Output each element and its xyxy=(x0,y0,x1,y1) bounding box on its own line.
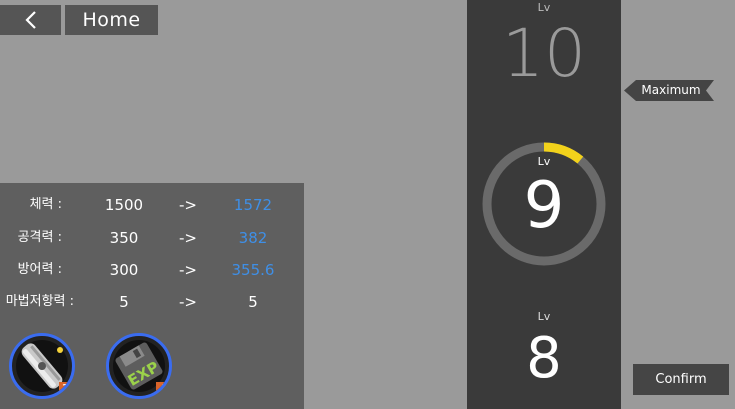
stat-from-value: 5 xyxy=(119,293,129,311)
current-level-number: 9 xyxy=(523,169,565,243)
chevron-left-icon xyxy=(24,11,36,29)
item-slot-exp[interactable]: EXP 4 xyxy=(106,333,172,399)
stat-from-value: 300 xyxy=(109,261,139,279)
item-slot-disc[interactable]: 1 xyxy=(9,333,75,399)
lv-label-next: Lv xyxy=(537,1,551,14)
stat-row-defense: 방어력 : 300 -> 355.6 xyxy=(0,258,304,282)
stats-panel: 체력 : 1500 -> 1572 공격력 : 350 -> 382 방어력 :… xyxy=(0,183,304,409)
stat-row-magic-resist: 마법저항력 : 5 -> 5 xyxy=(0,290,304,314)
stat-arrow: -> xyxy=(179,261,197,279)
stat-to-value: 5 xyxy=(248,293,258,311)
stat-arrow: -> xyxy=(179,293,197,311)
stat-label: 방어력 : xyxy=(17,262,62,277)
back-button[interactable] xyxy=(0,5,61,35)
stat-arrow: -> xyxy=(179,196,197,214)
confirm-button[interactable]: Confirm xyxy=(633,364,729,395)
lv-label-prev: Lv xyxy=(537,310,551,323)
stat-to-value: 355.6 xyxy=(231,261,275,279)
level-column: Lv 10 Lv 9 Lv 8 xyxy=(467,0,621,409)
stat-label: 공격력 : xyxy=(17,230,62,245)
stat-to-value: 382 xyxy=(238,229,268,247)
stat-label: 체력 : xyxy=(29,197,62,212)
lv-label-current: Lv xyxy=(537,155,551,168)
next-level-number: 10 xyxy=(502,15,586,92)
page-title: Home xyxy=(65,5,158,35)
stat-from-value: 1500 xyxy=(104,196,144,214)
item-count-badge: 1 xyxy=(59,382,72,396)
stat-row-attack: 공격력 : 350 -> 382 xyxy=(0,226,304,250)
stat-arrow: -> xyxy=(179,229,197,247)
stat-label: 마법저항력 : xyxy=(5,294,74,309)
item-count-badge: 4 xyxy=(156,382,169,396)
maximum-tag: Maximum xyxy=(624,80,714,101)
stat-to-value: 1572 xyxy=(233,196,273,214)
stat-from-value: 350 xyxy=(109,229,139,247)
previous-level-number: 8 xyxy=(526,326,562,391)
stat-row-hp: 체력 : 1500 -> 1572 xyxy=(0,193,304,217)
